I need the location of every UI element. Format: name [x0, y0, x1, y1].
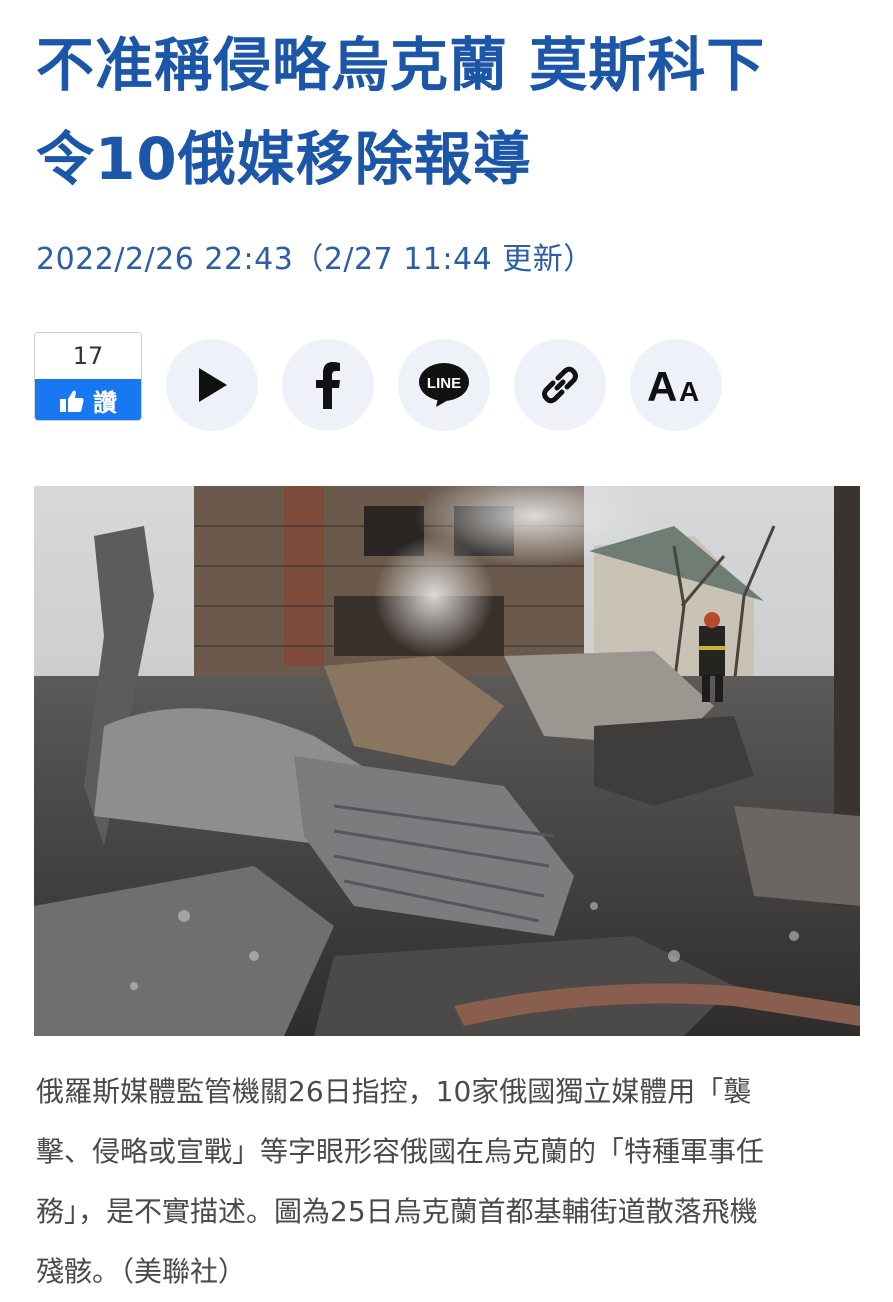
caption-line-4: 殘骸。（美聯社） — [36, 1255, 247, 1288]
copy-link-button[interactable] — [514, 339, 606, 431]
caption-line-1: 俄羅斯媒體監管機關26日指控，10家俄國獨立媒體用「襲 — [36, 1075, 752, 1108]
title-line-1: 不准稱侵略烏克蘭 莫斯科下 — [36, 31, 766, 99]
like-count: 17 — [72, 342, 104, 370]
caption-line-3: 務」，是不實描述。圖為25日烏克蘭首都基輔街道散落飛機 — [36, 1195, 758, 1228]
like-label: 讚 — [93, 389, 117, 417]
font-size-icon: A A — [647, 363, 699, 408]
line-icon-label: LINE — [427, 375, 461, 392]
news-photo — [34, 486, 860, 1036]
font-size-label-small: A — [679, 376, 699, 407]
line-icon: LINE — [419, 363, 469, 407]
line-share-button[interactable]: LINE — [398, 339, 490, 431]
facebook-share-button[interactable] — [282, 339, 374, 431]
thumbs-up-icon — [60, 390, 84, 412]
facebook-like-widget[interactable]: 17 讚 — [34, 332, 142, 421]
caption-line-2: 擊、侵略或宣戰」等字眼形容俄國在烏克蘭的「特種軍事任 — [36, 1135, 765, 1168]
article-title: 不准稱侵略烏克蘭 莫斯科下 令10俄媒移除報導 — [36, 18, 866, 206]
play-audio-button[interactable] — [166, 339, 258, 431]
article-dateline: 2022/2/26 22:43（2/27 11:44 更新） — [36, 242, 594, 277]
play-icon — [199, 368, 227, 402]
link-icon — [542, 366, 578, 404]
font-size-button[interactable]: A A — [630, 339, 722, 431]
facebook-icon — [316, 362, 340, 409]
like-button[interactable]: 讚 — [35, 379, 141, 420]
photo-caption: 俄羅斯媒體監管機關26日指控，10家俄國獨立媒體用「襲 擊、侵略或宣戰」等字眼形… — [36, 1062, 866, 1302]
font-size-label-big: A — [647, 363, 677, 408]
title-line-2: 令10俄媒移除報導 — [36, 125, 532, 193]
